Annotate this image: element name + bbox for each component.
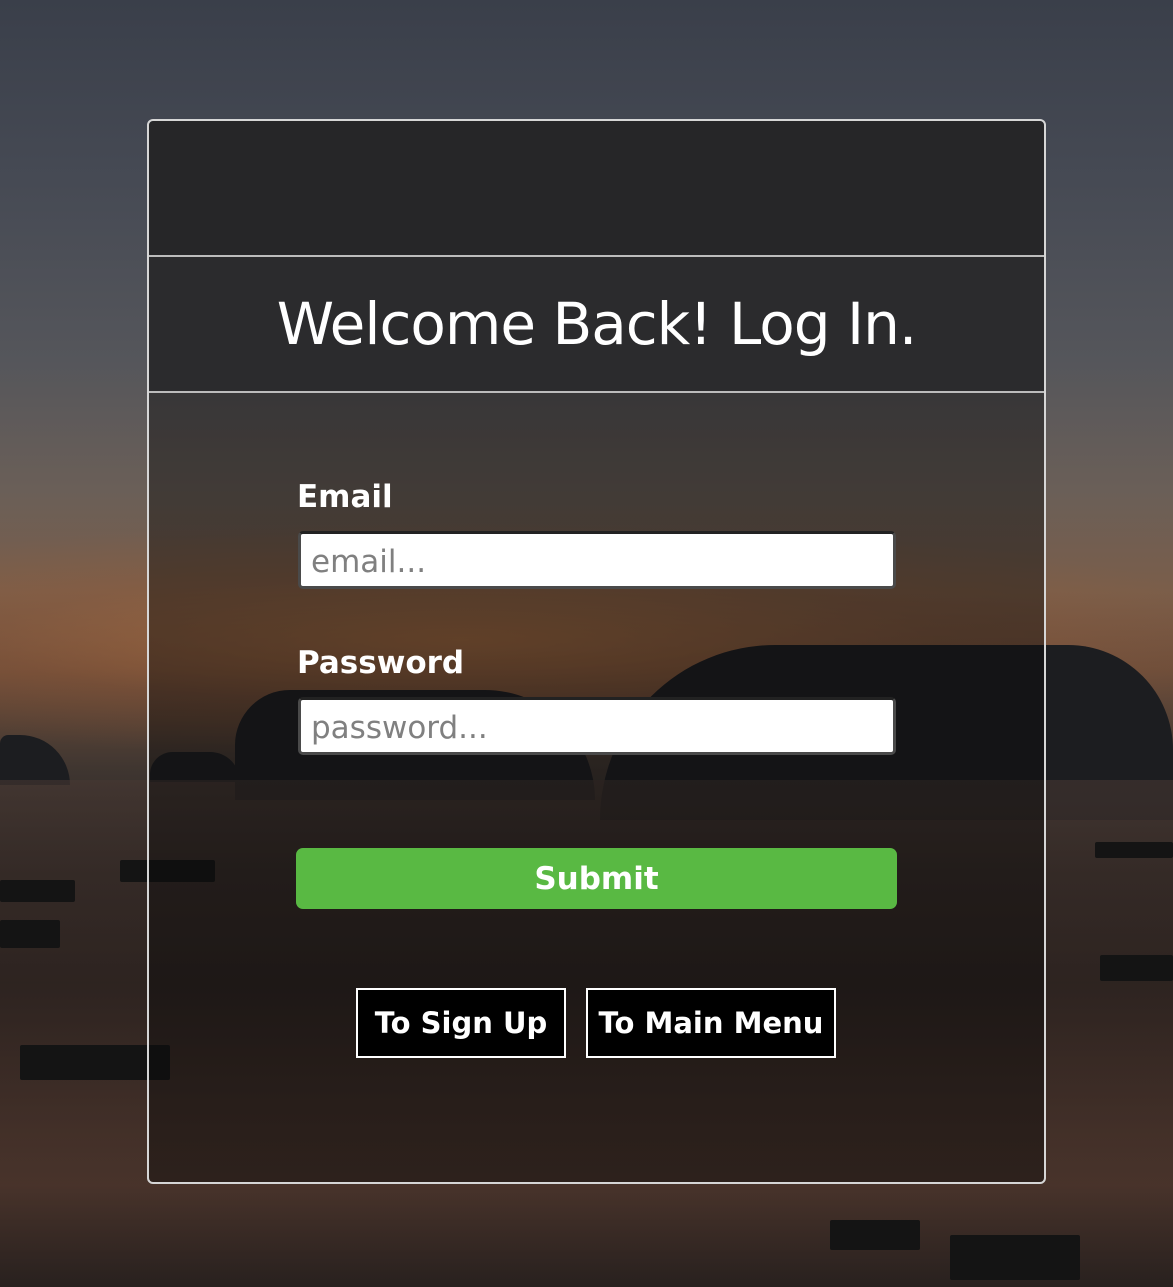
email-field[interactable] <box>298 531 896 589</box>
sign-up-button[interactable]: To Sign Up <box>356 988 566 1058</box>
boat <box>1095 842 1173 858</box>
email-label: Email <box>297 479 393 515</box>
boat <box>950 1235 1080 1280</box>
password-field[interactable] <box>298 697 896 755</box>
main-menu-button[interactable]: To Main Menu <box>586 988 836 1058</box>
page-title: Welcome Back! Log In. <box>276 290 918 358</box>
boat <box>1100 955 1173 981</box>
login-panel: Welcome Back! Log In. Email Password Sub… <box>147 119 1046 1184</box>
submit-button[interactable]: Submit <box>296 848 897 909</box>
password-label: Password <box>297 645 465 681</box>
boat <box>0 920 60 948</box>
boat <box>830 1220 920 1250</box>
boat <box>0 880 75 902</box>
panel-header <box>149 121 1044 257</box>
title-bar: Welcome Back! Log In. <box>149 257 1044 393</box>
